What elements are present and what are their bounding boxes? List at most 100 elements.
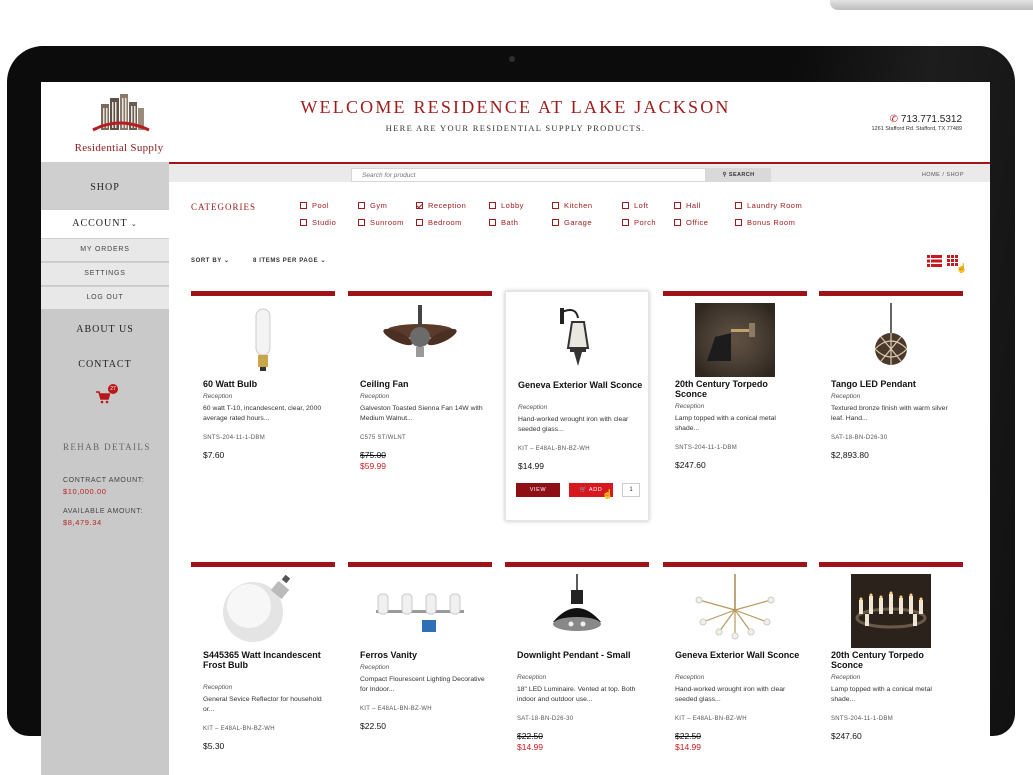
checkbox[interactable]: [489, 202, 496, 209]
product-category: Reception: [675, 674, 705, 681]
product-card[interactable]: 20th Century Torpedo Sconce Reception Lamp…: [663, 291, 807, 521]
checkbox[interactable]: [416, 219, 423, 226]
category-filter-kitchen[interactable]: Kitchen: [552, 201, 593, 210]
view-button[interactable]: VIEW: [516, 483, 560, 497]
sconce-image[interactable]: [673, 303, 797, 377]
product-card[interactable]: 60 Watt Bulb Reception 60 watt T-10, incan…: [191, 291, 335, 521]
brand-name: Residential Supply: [74, 142, 164, 154]
bulb-image[interactable]: [201, 303, 325, 377]
product-name[interactable]: 20th Century Torpedo Sconce: [831, 650, 956, 670]
page-title: WELCOME RESIDENCE AT LAKE JACKSON: [300, 97, 731, 117]
checkbox[interactable]: [735, 202, 742, 209]
mockup-stage: Residential Supply WELCOME RESIDENCE AT …: [0, 0, 1033, 775]
product-price: $247.60: [675, 460, 706, 470]
product-name[interactable]: Tango LED Pendant: [831, 379, 956, 389]
category-filter-bonus-room[interactable]: Bonus Room: [735, 218, 795, 227]
category-filter-garage[interactable]: Garage: [552, 218, 592, 227]
category-filter-office[interactable]: Office: [674, 218, 708, 227]
product-price: $5.30: [203, 741, 225, 751]
cart-button[interactable]: 27: [96, 384, 118, 407]
product-card[interactable]: 20th Century Torpedo Sconce Reception Lamp…: [819, 562, 963, 775]
product-description: 60 watt T-10, incandescent, clear, 2000 …: [203, 405, 322, 422]
category-filter-bath[interactable]: Bath: [489, 218, 518, 227]
product-card[interactable]: Tango LED Pendant Reception Textured bronz…: [819, 291, 963, 521]
product-category: Reception: [517, 674, 547, 681]
product-name[interactable]: Geneva Exterior Wall Sconce: [518, 380, 643, 390]
device-edge: [830, 0, 1033, 10]
chandelier-image[interactable]: [673, 574, 797, 648]
checkbox[interactable]: [674, 202, 681, 209]
product-sku: SAT-18-BN-D26-30: [831, 435, 888, 441]
product-category: Reception: [203, 684, 233, 691]
camera-icon: [509, 56, 515, 62]
category-filter-studio[interactable]: Studio: [300, 218, 336, 227]
search-input[interactable]: [351, 168, 706, 182]
product-name[interactable]: Geneva Exterior Wall Sconce: [675, 650, 800, 660]
checkbox[interactable]: [735, 219, 742, 226]
candle-chandelier-image[interactable]: [829, 574, 953, 648]
product-card[interactable]: S445365 Watt Incandescent Frost Bulb Rece…: [191, 562, 335, 775]
sidebar-item-settings[interactable]: SETTINGS: [41, 262, 169, 285]
product-sku: SNTS-204-11-1-DBM: [675, 445, 738, 451]
category-filter-laundry-room[interactable]: Laundry Room: [735, 201, 802, 210]
fan-image[interactable]: [358, 303, 482, 377]
phone-icon: ✆: [889, 114, 899, 125]
category-filter-sunroom[interactable]: Sunroom: [358, 218, 404, 227]
product-card[interactable]: Ferros Vanity Reception Compact Flourescen…: [348, 562, 492, 775]
category-filter-hall[interactable]: Hall: [674, 201, 701, 210]
product-card[interactable]: Downlight Pendant - Small Reception 18" LE…: [505, 562, 649, 775]
product-name[interactable]: S445365 Watt Incandescent Frost Bulb: [203, 650, 328, 670]
product-category: Reception: [831, 393, 861, 400]
product-category: Reception: [518, 404, 548, 411]
pendant-ball-image[interactable]: [829, 303, 953, 377]
sidebar-item-contact[interactable]: CONTACT: [41, 359, 169, 370]
product-description: Lamp topped with a conical metal shade..…: [675, 415, 776, 432]
checkbox[interactable]: [552, 219, 559, 226]
vanity-image[interactable]: [358, 574, 482, 648]
checkbox[interactable]: [552, 202, 559, 209]
checkbox[interactable]: [622, 202, 629, 209]
list-view-icon[interactable]: [927, 255, 942, 267]
checkbox[interactable]: [416, 202, 423, 209]
category-filter-reception[interactable]: Reception: [416, 201, 466, 210]
category-filter-lobby[interactable]: Lobby: [489, 201, 524, 210]
category-filter-porch[interactable]: Porch: [622, 218, 656, 227]
phone-number[interactable]: ✆ 713.771.5312: [890, 114, 962, 125]
checkbox[interactable]: [674, 219, 681, 226]
checkbox[interactable]: [300, 202, 307, 209]
checkbox[interactable]: [358, 219, 365, 226]
hand-cursor-icon: ☝: [956, 263, 968, 273]
checkbox[interactable]: [489, 219, 496, 226]
category-filter-pool[interactable]: Pool: [300, 201, 329, 210]
screen: Residential Supply WELCOME RESIDENCE AT …: [41, 82, 990, 775]
chevron-down-icon: ⌄: [320, 258, 327, 264]
product-name[interactable]: Ceiling Fan: [360, 379, 485, 389]
product-card[interactable]: Ceiling Fan Reception Galveston Toasted Si…: [348, 291, 492, 521]
category-filter-gym[interactable]: Gym: [358, 201, 387, 210]
downlight-image[interactable]: [515, 574, 639, 648]
sidebar-item-my-orders[interactable]: MY ORDERS: [41, 238, 169, 261]
quantity-field[interactable]: 1: [622, 483, 640, 497]
frost-bulb-image[interactable]: [201, 574, 325, 648]
sort-by-dropdown[interactable]: SORT BY ⌄: [191, 257, 230, 264]
checkbox[interactable]: [622, 219, 629, 226]
sidebar-item-about[interactable]: ABOUT US: [41, 324, 169, 335]
breadcrumb[interactable]: HOME / SHOP: [922, 172, 964, 178]
search-button[interactable]: ⚲ SEARCH: [706, 168, 771, 182]
checkbox[interactable]: [358, 202, 365, 209]
items-per-page-dropdown[interactable]: 8 ITEMS PER PAGE ⌄: [253, 257, 326, 264]
lantern-image[interactable]: [516, 304, 640, 378]
product-name[interactable]: Downlight Pendant - Small: [517, 650, 642, 660]
category-filter-bedroom[interactable]: Bedroom: [416, 218, 462, 227]
product-card[interactable]: Geneva Exterior Wall Sconce Reception Hand…: [505, 291, 649, 521]
product-name[interactable]: Ferros Vanity: [360, 650, 485, 660]
sidebar-item-account[interactable]: ACCOUNT ⌄: [41, 210, 169, 238]
product-name[interactable]: 60 Watt Bulb: [203, 379, 328, 389]
sidebar-item-log-out[interactable]: LOG OUT: [41, 286, 169, 309]
sidebar-item-shop[interactable]: SHOP: [41, 182, 169, 193]
product-price: $22.50: [360, 721, 386, 731]
checkbox[interactable]: [300, 219, 307, 226]
product-name[interactable]: 20th Century Torpedo Sconce: [675, 379, 800, 399]
category-filter-loft[interactable]: Loft: [622, 201, 649, 210]
product-card[interactable]: Geneva Exterior Wall Sconce Reception Hand…: [663, 562, 807, 775]
